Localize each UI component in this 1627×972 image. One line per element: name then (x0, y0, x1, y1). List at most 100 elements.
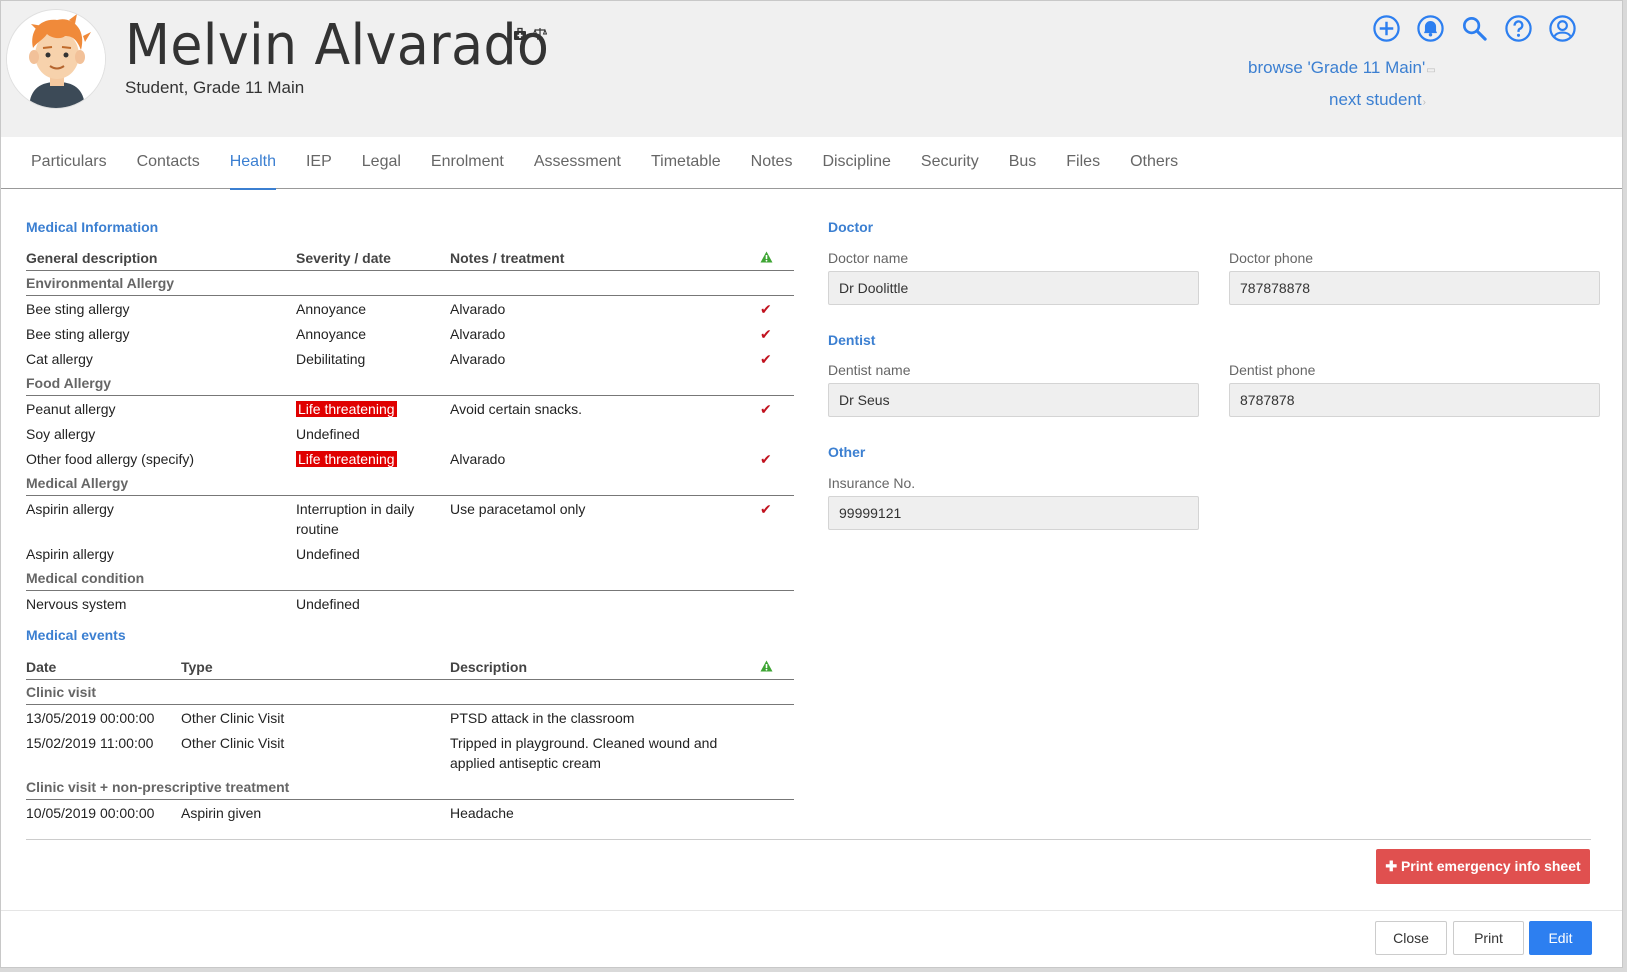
treatment-notes (450, 541, 760, 566)
tab-particulars[interactable]: Particulars (31, 137, 122, 189)
table-row[interactable]: Aspirin allergy Interruption in daily rou… (26, 495, 794, 541)
tab-files[interactable]: Files (1051, 137, 1115, 189)
add-icon[interactable] (1372, 14, 1401, 43)
tab-enrolment[interactable]: Enrolment (416, 137, 519, 189)
col-alert (760, 655, 794, 680)
alert-cell: ✔ (760, 321, 794, 346)
search-icon[interactable] (1460, 14, 1489, 43)
checkmark-icon: ✔ (760, 300, 772, 317)
alert-cell: ✔ (760, 495, 794, 541)
tab-others[interactable]: Others (1115, 137, 1193, 189)
table-row[interactable]: Other food allergy (specify) Life threate… (26, 446, 794, 471)
severity-text: Undefined (296, 545, 360, 562)
checkmark-icon: ✔ (760, 450, 772, 467)
severity-text: Undefined (296, 425, 360, 442)
group-label: Medical condition (26, 565, 794, 591)
table-row[interactable]: Bee sting allergy Annoyance Alvarado ✔ (26, 321, 794, 346)
severity-cell: Undefined (296, 421, 450, 446)
event-type: Other Clinic Visit (181, 734, 285, 751)
next-student-label: next student (1329, 90, 1422, 109)
warning-triangle-icon (760, 660, 773, 672)
alert-cell (760, 730, 794, 775)
tab-notes[interactable]: Notes (736, 137, 808, 189)
group-row: Medical condition (26, 565, 794, 591)
browse-class-link[interactable]: browse 'Grade 11 Main'▭ (1248, 58, 1436, 78)
alert-cell: ✔ (760, 446, 794, 471)
student-name: Melvin Alvarado (125, 13, 550, 78)
tab-assessment[interactable]: Assessment (519, 137, 636, 189)
severity-text: Undefined (296, 595, 360, 612)
table-row[interactable]: Peanut allergy Life threatening Avoid cert… (26, 395, 794, 421)
severity-cell: Life threatening (296, 446, 450, 471)
table-row[interactable]: 10/05/2019 00:00:00 Aspirin given Headache (26, 799, 794, 825)
student-window: Melvin Alvarado Student, Grade 11 Main b… (0, 0, 1623, 968)
alert-cell (760, 421, 794, 446)
print-emergency-sheet-button[interactable]: ✚ Print emergency info sheet (1376, 849, 1590, 884)
table-row[interactable]: Cat allergy Debilitating Alvarado ✔ (26, 346, 794, 371)
severity-badge: Life threatening (296, 400, 397, 417)
help-icon[interactable] (1504, 14, 1533, 43)
condition-description: Nervous system (26, 595, 127, 612)
col-notes-treatment: Notes / treatment (450, 246, 760, 271)
name-icon-group (513, 27, 547, 41)
group-row: Food Allergy (26, 370, 794, 396)
user-icon[interactable] (1548, 14, 1577, 43)
alert-cell (760, 590, 794, 616)
dentist-phone-label: Dentist phone (1229, 362, 1316, 378)
col-type: Type (181, 655, 450, 680)
medical-kit-icon[interactable] (513, 27, 527, 41)
dentist-phone-field[interactable]: 8787878 (1229, 383, 1600, 417)
table-row[interactable]: 15/02/2019 11:00:00 Other Clinic Visit Tri… (26, 730, 794, 775)
treatment-notes: Avoid certain snacks. (450, 400, 583, 417)
severity-text: Interruption in daily routine (296, 500, 415, 537)
treatment-notes (450, 421, 760, 446)
tab-timetable[interactable]: Timetable (636, 137, 736, 189)
alert-cell (760, 799, 794, 825)
severity-cell: Undefined (296, 541, 450, 566)
severity-cell: Undefined (296, 590, 450, 616)
event-date: 13/05/2019 00:00:00 (26, 709, 155, 726)
treatment-notes: Alvarado (450, 300, 506, 317)
condition-description: Peanut allergy (26, 400, 116, 417)
edit-button[interactable]: Edit (1529, 921, 1592, 955)
severity-cell: Life threatening (296, 395, 450, 421)
condition-description: Soy allergy (26, 425, 96, 442)
doctor-phone-field[interactable]: 787878878 (1229, 271, 1600, 305)
tab-legal[interactable]: Legal (347, 137, 416, 189)
condition-description: Aspirin allergy (26, 545, 114, 562)
doctor-name-field[interactable]: Dr Doolittle (828, 271, 1199, 305)
table-row[interactable]: Nervous system Undefined (26, 590, 794, 616)
bell-icon[interactable] (1416, 14, 1445, 43)
severity-cell: Interruption in daily routine (296, 495, 450, 541)
col-general-description: General description (26, 246, 296, 271)
severity-badge: Life threatening (296, 450, 397, 467)
tab-health[interactable]: Health (215, 137, 291, 190)
insurance-field[interactable]: 99999121 (828, 496, 1199, 530)
treatment-notes (450, 590, 760, 616)
group-label: Clinic visit + non-prescriptive treatmen… (26, 774, 794, 800)
col-severity-date: Severity / date (296, 246, 450, 271)
tab-contacts[interactable]: Contacts (122, 137, 215, 189)
next-student-link[interactable]: next student› (1329, 90, 1426, 110)
event-description: Tripped in playground. Cleaned wound and… (450, 734, 718, 771)
event-description: Headache (450, 804, 514, 821)
table-row[interactable]: Aspirin allergy Undefined (26, 541, 794, 566)
tab-bus[interactable]: Bus (994, 137, 1052, 189)
tab-discipline[interactable]: Discipline (807, 137, 905, 189)
table-row[interactable]: 13/05/2019 00:00:00 Other Clinic Visit PTS… (26, 704, 794, 730)
student-header: Melvin Alvarado Student, Grade 11 Main b… (1, 1, 1622, 137)
close-button[interactable]: Close (1375, 921, 1447, 955)
student-avatar[interactable] (6, 9, 106, 109)
tab-security[interactable]: Security (906, 137, 994, 189)
table-row[interactable]: Bee sting allergy Annoyance Alvarado ✔ (26, 295, 794, 321)
table-row[interactable]: Soy allergy Undefined (26, 421, 794, 446)
dentist-name-field[interactable]: Dr Seus (828, 383, 1199, 417)
insurance-label: Insurance No. (828, 475, 916, 491)
tab-iep[interactable]: IEP (291, 137, 347, 189)
doctor-title: Doctor (828, 219, 874, 235)
scales-icon[interactable] (533, 27, 547, 41)
condition-description: Other food allergy (specify) (26, 450, 195, 467)
medical-info-table: General description Severity / date Note… (26, 246, 794, 616)
print-button[interactable]: Print (1453, 921, 1524, 955)
treatment-notes: Alvarado (450, 325, 506, 342)
